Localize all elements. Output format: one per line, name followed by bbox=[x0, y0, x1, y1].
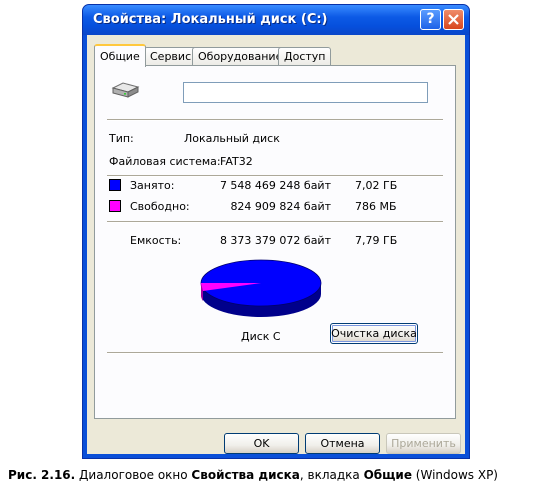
used-space-bytes: 7 548 469 248 байт bbox=[219, 179, 331, 192]
general-tab-panel: Тип: Локальный диск Файловая система: FA… bbox=[94, 65, 456, 419]
tab-sharing[interactable]: Доступ bbox=[278, 47, 332, 65]
caption-text-2: , вкладка bbox=[299, 468, 364, 482]
properties-window: Свойства: Локальный диск (C:) ? Общие Се… bbox=[82, 4, 470, 459]
caption-bold-1: Свойства диска bbox=[191, 468, 300, 482]
separator bbox=[107, 175, 443, 177]
separator bbox=[107, 352, 443, 354]
capacity-bytes: 8 373 379 072 байт bbox=[219, 234, 331, 247]
close-icon bbox=[448, 14, 459, 25]
figure-caption: Рис. 2.16. Диалоговое окно Свойства диск… bbox=[8, 468, 548, 482]
disk-label: Диск C bbox=[241, 330, 281, 343]
close-button[interactable] bbox=[443, 9, 464, 30]
volume-name-input[interactable] bbox=[183, 82, 428, 103]
separator bbox=[107, 221, 443, 223]
free-space-size: 786 МБ bbox=[355, 200, 397, 213]
disk-cleanup-button[interactable]: Очистка диска bbox=[330, 323, 418, 344]
separator bbox=[107, 119, 443, 121]
free-space-swatch bbox=[109, 200, 121, 212]
tab-general[interactable]: Общие bbox=[94, 44, 146, 67]
type-label: Тип: bbox=[109, 132, 134, 145]
tab-tools[interactable]: Сервис bbox=[144, 47, 198, 65]
hard-drive-icon bbox=[111, 82, 140, 98]
apply-button[interactable]: Применить bbox=[386, 433, 461, 454]
ok-button[interactable]: OK bbox=[224, 433, 299, 454]
type-value: Локальный диск bbox=[184, 132, 280, 145]
capacity-size: 7,79 ГБ bbox=[355, 234, 398, 247]
used-space-size: 7,02 ГБ bbox=[355, 179, 398, 192]
capacity-label: Емкость: bbox=[130, 234, 182, 247]
caption-bold-2: Общие bbox=[363, 468, 412, 482]
title-bar[interactable]: Свойства: Локальный диск (C:) ? bbox=[83, 5, 469, 35]
window-title: Свойства: Локальный диск (C:) bbox=[93, 12, 328, 27]
filesystem-label: Файловая система: bbox=[109, 155, 221, 168]
help-button[interactable]: ? bbox=[420, 9, 441, 30]
filesystem-value: FAT32 bbox=[220, 155, 253, 168]
dialog-body: Общие Сервис Оборудование Доступ Тип: Ло… bbox=[87, 35, 465, 454]
caption-text-3: (Windows XP) bbox=[411, 468, 498, 482]
tab-hardware[interactable]: Оборудование bbox=[192, 47, 289, 65]
cancel-button[interactable]: Отмена bbox=[305, 433, 380, 454]
used-space-label: Занято: bbox=[130, 179, 175, 192]
caption-prefix: Рис. 2.16. bbox=[8, 468, 76, 482]
caption-text-1: Диалоговое окно bbox=[75, 468, 192, 482]
free-space-label: Свободно: bbox=[130, 200, 190, 213]
used-space-swatch bbox=[109, 179, 121, 191]
free-space-bytes: 824 909 824 байт bbox=[230, 200, 331, 213]
disk-usage-pie-chart bbox=[200, 259, 322, 317]
